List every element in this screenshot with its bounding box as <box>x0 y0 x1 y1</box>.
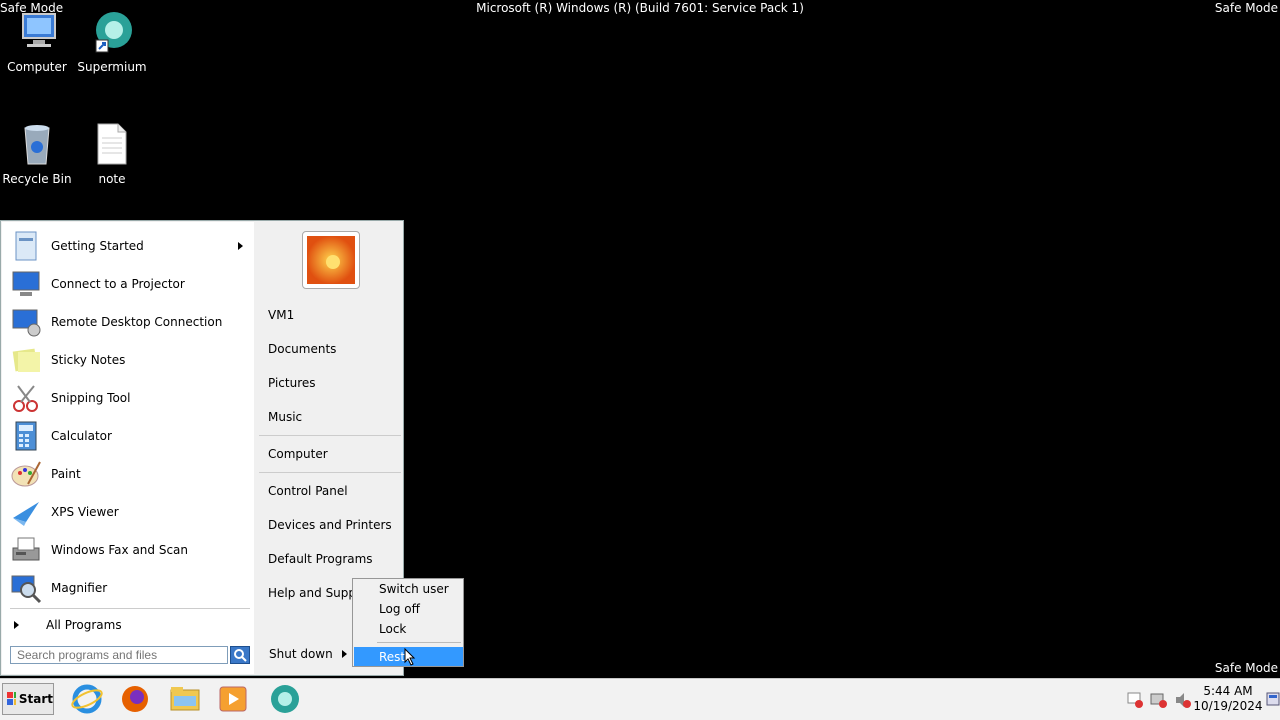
help-support-link[interactable]: Help and Suppo <box>268 586 363 600</box>
music-link[interactable]: Music <box>268 410 302 424</box>
clock[interactable]: 5:44 AM 10/19/2024 <box>1192 684 1264 714</box>
desktop-icon-label: Recycle Bin <box>2 172 72 186</box>
program-label: XPS Viewer <box>51 505 119 519</box>
program-label: Windows Fax and Scan <box>51 543 189 557</box>
paint-icon <box>10 458 42 490</box>
program-getting-started[interactable]: Getting Started <box>10 229 250 263</box>
volume-muted-icon[interactable] <box>1174 691 1192 709</box>
all-programs-label: All Programs <box>46 618 122 632</box>
sticky-notes-icon <box>10 344 42 376</box>
menu-item-log-off[interactable]: Log off <box>379 602 420 616</box>
desktop-icon-label: note <box>98 172 126 186</box>
start-menu: Getting Started Connect to a Projector R… <box>0 220 404 676</box>
user-avatar[interactable] <box>302 231 360 289</box>
chevron-right-icon <box>238 242 243 250</box>
menu-item-switch-user[interactable]: Switch user <box>379 582 449 596</box>
menu-item-lock[interactable]: Lock <box>379 622 406 636</box>
magnifier-icon <box>10 572 42 604</box>
search-icon <box>234 649 247 662</box>
xps-viewer-icon <box>10 496 42 528</box>
program-connect-projector[interactable]: Connect to a Projector <box>10 267 250 301</box>
network-error-icon[interactable] <box>1150 691 1168 709</box>
program-snipping-tool[interactable]: Snipping Tool <box>10 381 250 415</box>
desktop-icon-note[interactable]: note <box>75 120 149 186</box>
firefox-icon[interactable] <box>118 682 152 716</box>
start-button[interactable]: Start <box>2 683 54 715</box>
fax-icon <box>10 534 42 566</box>
text-file-icon <box>88 120 136 168</box>
divider <box>259 472 401 473</box>
remote-desktop-icon <box>10 306 42 338</box>
program-label: Getting Started <box>51 239 144 253</box>
explorer-icon[interactable] <box>168 682 202 716</box>
program-paint[interactable]: Paint <box>10 457 250 491</box>
flower-avatar-icon <box>307 236 355 284</box>
control-panel-link[interactable]: Control Panel <box>268 484 348 498</box>
program-magnifier[interactable]: Magnifier <box>10 571 250 605</box>
shutdown-button[interactable]: Shut down <box>262 644 350 664</box>
program-calculator[interactable]: Calculator <box>10 419 250 453</box>
search-input[interactable] <box>10 646 228 664</box>
program-label: Paint <box>51 467 81 481</box>
calculator-icon <box>10 420 42 452</box>
computer-icon <box>13 8 61 56</box>
system-tray: 5:44 AM 10/19/2024 <box>1120 679 1280 719</box>
show-desktop-icon[interactable] <box>1266 691 1280 707</box>
desktop-icon-label: Computer <box>7 60 67 74</box>
build-label: Microsoft (R) Windows (R) (Build 7601: S… <box>476 1 804 15</box>
scissors-icon <box>10 382 42 414</box>
program-sticky-notes[interactable]: Sticky Notes <box>10 343 250 377</box>
safe-mode-label-br: Safe Mode <box>1214 661 1278 675</box>
shutdown-label: Shut down <box>269 647 333 661</box>
program-label: Sticky Notes <box>51 353 126 367</box>
supermium-icon[interactable] <box>268 682 302 716</box>
user-folder-link[interactable]: VM1 <box>268 308 294 322</box>
projector-icon <box>10 268 42 300</box>
recycle-bin-icon <box>13 120 61 168</box>
program-fax-scan[interactable]: Windows Fax and Scan <box>10 533 250 567</box>
default-programs-link[interactable]: Default Programs <box>268 552 373 566</box>
start-label: Start <box>18 692 53 706</box>
program-xps-viewer[interactable]: XPS Viewer <box>10 495 250 529</box>
start-menu-programs-pane: Getting Started Connect to a Projector R… <box>2 222 254 674</box>
program-label: Magnifier <box>51 581 108 595</box>
divider <box>377 642 461 643</box>
desktop-icon-supermium[interactable]: Supermium <box>75 8 149 74</box>
mouse-cursor-icon <box>404 648 416 666</box>
devices-printers-link[interactable]: Devices and Printers <box>268 518 392 532</box>
media-player-icon[interactable] <box>216 682 250 716</box>
program-label: Snipping Tool <box>51 391 131 405</box>
windows-logo-icon <box>7 692 16 705</box>
divider <box>10 608 250 609</box>
supermium-icon <box>88 8 136 56</box>
shutdown-options-arrow-icon[interactable] <box>342 650 347 658</box>
chevron-right-icon <box>14 621 19 629</box>
documents-link[interactable]: Documents <box>268 342 336 356</box>
computer-link[interactable]: Computer <box>268 447 328 461</box>
divider <box>259 435 401 436</box>
clock-time: 5:44 AM <box>1203 684 1253 698</box>
action-center-flag-icon[interactable] <box>1126 691 1144 709</box>
getting-started-icon <box>10 230 42 262</box>
desktop-icon-recycle-bin[interactable]: Recycle Bin <box>0 120 74 186</box>
clock-date: 10/19/2024 <box>1193 699 1263 713</box>
pictures-link[interactable]: Pictures <box>268 376 316 390</box>
internet-explorer-icon[interactable] <box>70 682 104 716</box>
program-label: Calculator <box>51 429 112 443</box>
program-label: Remote Desktop Connection <box>51 315 223 329</box>
desktop-icon-computer[interactable]: Computer <box>0 8 74 74</box>
desktop-icon-label: Supermium <box>77 60 147 74</box>
search-button[interactable] <box>230 646 250 664</box>
all-programs-button[interactable]: All Programs <box>10 614 250 636</box>
program-remote-desktop[interactable]: Remote Desktop Connection <box>10 305 250 339</box>
taskbar: Start 5:44 AM 10/19/2024 <box>0 678 1280 720</box>
program-label: Connect to a Projector <box>51 277 185 291</box>
